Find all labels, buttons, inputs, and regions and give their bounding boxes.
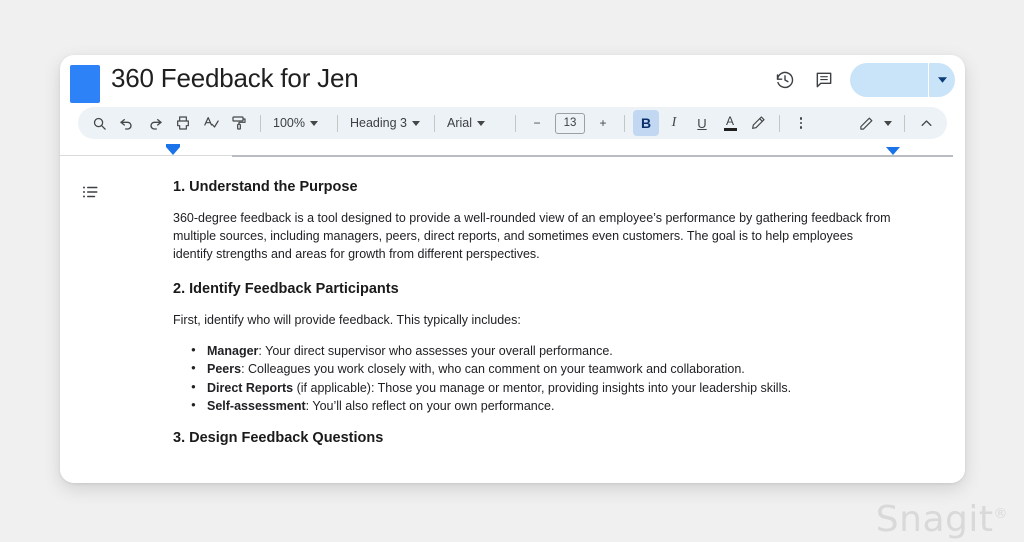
toolbar-divider	[337, 114, 338, 132]
list-item-label: Self-assessment	[207, 399, 306, 413]
document-outline-icon[interactable]	[79, 181, 101, 203]
toolbar-divider	[515, 114, 516, 132]
list-item: Peers: Colleagues you work closely with,…	[191, 360, 903, 379]
section-paragraph-2: First, identify who will provide feedbac…	[173, 313, 521, 328]
chevron-down-icon	[309, 120, 318, 126]
list-item-text: (if applicable): Those you manage or men…	[293, 380, 792, 395]
section-heading-2: 2. Identify Feedback Participants	[173, 281, 399, 298]
header-actions	[772, 63, 955, 97]
section-heading-3: 3. Design Feedback Questions	[173, 429, 384, 446]
font-family-value: Arial	[447, 116, 473, 130]
list-item: Direct Reports (if applicable): Those yo…	[191, 379, 903, 398]
font-size-input[interactable]: 13	[555, 112, 585, 134]
text-color-swatch	[723, 128, 737, 131]
edit-mode-dropdown[interactable]	[849, 110, 896, 136]
list-item-text: : You’ll also reflect on your own perfor…	[305, 399, 555, 413]
ruler-active-range	[232, 155, 953, 157]
section-heading-1: 1. Understand the Purpose	[173, 179, 358, 195]
watermark-registered: ®	[993, 506, 1008, 522]
increase-font-size-button[interactable]: +	[590, 110, 616, 136]
watermark-text: Snagit	[875, 499, 994, 540]
toolbar-divider	[434, 114, 435, 132]
bold-button[interactable]: B	[633, 110, 659, 136]
spellcheck-icon[interactable]	[198, 110, 224, 136]
undo-icon[interactable]	[114, 110, 140, 136]
participants-list: Manager: Your direct supervisor who asse…	[173, 342, 903, 416]
docs-logo-icon	[70, 65, 100, 103]
indent-marker-left[interactable]	[166, 144, 180, 155]
document-body: 1. Understand the Purpose 360-degree fee…	[60, 159, 965, 483]
print-icon[interactable]	[170, 110, 196, 136]
toolbar-divider	[624, 114, 625, 132]
list-item: Manager: Your direct supervisor who asse…	[191, 342, 903, 361]
list-item-label: Manager	[207, 343, 259, 358]
docs-window: 360 Feedback for Jen 100% Heading 3 Aria…	[60, 55, 965, 483]
zoom-dropdown[interactable]: 100%	[269, 110, 329, 136]
list-item-label: Peers	[207, 362, 242, 376]
more-vertical-icon[interactable]	[788, 110, 814, 136]
text-color-button[interactable]: A	[717, 110, 743, 136]
snagit-watermark: Snagit®	[876, 499, 1008, 540]
toolbar-divider	[904, 114, 905, 132]
italic-button[interactable]: I	[661, 110, 687, 136]
italic-label: I	[671, 115, 677, 130]
toolbar-container: 100% Heading 3 Arial − 13 + B I U A	[60, 107, 965, 139]
underline-label: U	[697, 115, 707, 131]
pencil-icon	[853, 110, 879, 136]
list-item-text: : Colleagues you work closely with, who …	[241, 362, 745, 376]
chevron-down-icon	[412, 120, 420, 126]
paragraph-style-value: Heading 3	[350, 116, 407, 130]
list-item: Self-assessment: You’ll also reflect on …	[191, 397, 903, 416]
text-color-label: A	[725, 114, 734, 128]
chevron-down-icon	[477, 120, 486, 126]
section-paragraph-1: 360-degree feedback is a tool designed t…	[173, 211, 891, 262]
paragraph-style-dropdown[interactable]: Heading 3	[346, 110, 426, 136]
document-page[interactable]: 1. Understand the Purpose 360-degree fee…	[173, 159, 903, 446]
history-clock-icon[interactable]	[772, 67, 798, 93]
chevron-down-icon	[884, 120, 892, 126]
toolbar-divider	[260, 114, 261, 132]
decrease-font-size-button[interactable]: −	[524, 110, 550, 136]
paint-format-icon[interactable]	[226, 110, 252, 136]
page-title[interactable]: 360 Feedback for Jen	[111, 63, 359, 94]
formatting-toolbar: 100% Heading 3 Arial − 13 + B I U A	[78, 107, 947, 139]
search-icon[interactable]	[86, 110, 112, 136]
underline-button[interactable]: U	[689, 110, 715, 136]
highlight-pen-icon[interactable]	[745, 110, 771, 136]
share-button[interactable]	[850, 63, 955, 97]
font-family-dropdown[interactable]: Arial	[443, 110, 507, 136]
share-button-label	[850, 63, 928, 97]
indent-marker-right[interactable]	[886, 147, 900, 155]
comment-icon[interactable]	[811, 67, 837, 93]
list-item-label: Direct Reports	[207, 380, 294, 395]
redo-icon[interactable]	[142, 110, 168, 136]
list-item-text: : Your direct supervisor who assesses yo…	[258, 343, 613, 358]
share-dropdown-caret[interactable]	[928, 63, 955, 97]
chevron-up-icon[interactable]	[913, 110, 939, 136]
toolbar-divider	[779, 114, 780, 132]
document-header: 360 Feedback for Jen	[60, 55, 965, 107]
ruler	[60, 142, 965, 159]
zoom-value: 100%	[273, 116, 305, 130]
bold-label: B	[640, 115, 652, 131]
